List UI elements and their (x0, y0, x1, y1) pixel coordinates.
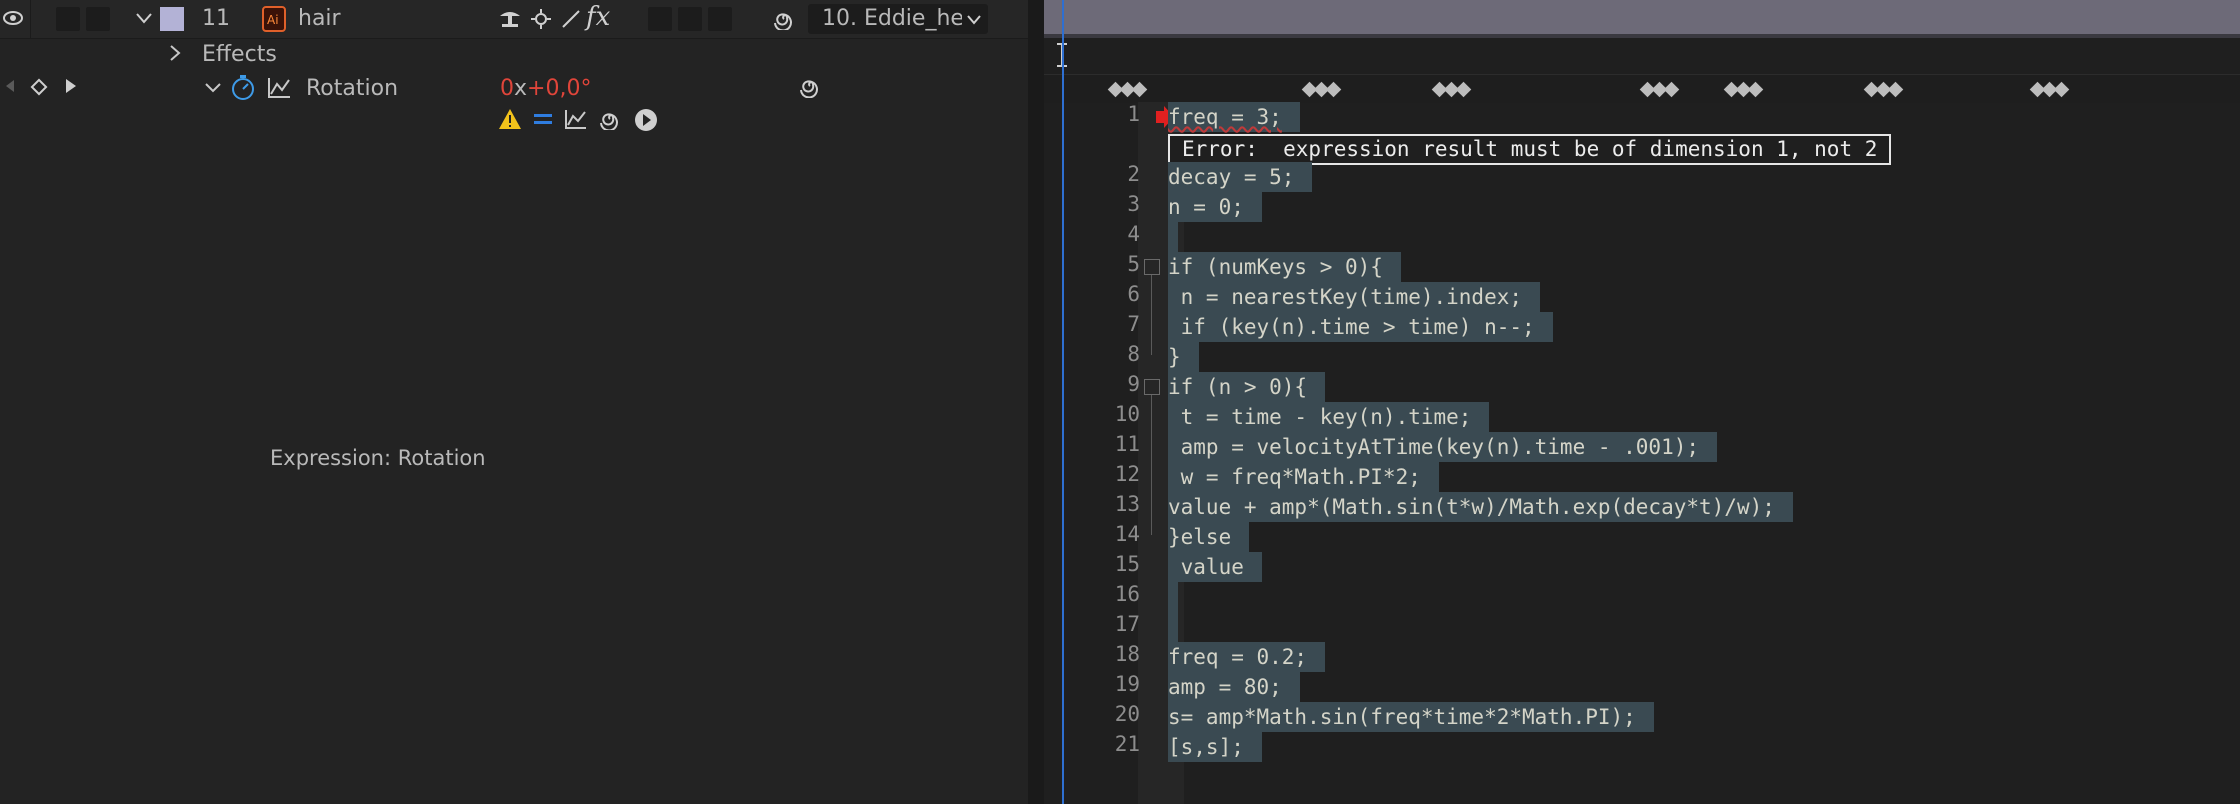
code-line[interactable] (1168, 222, 1178, 252)
graph-editor-icon[interactable] (266, 76, 292, 104)
adjustment-toggle[interactable] (708, 7, 732, 31)
code-line[interactable]: amp = velocityAtTime(key(n).time - .001)… (1168, 432, 1718, 462)
code-line[interactable]: s= amp*Math.sin(freq*time*2*Math.PI); (1168, 702, 1654, 732)
layer-row[interactable]: 11 Ai hair fx 10. Eddie_hea (0, 0, 1028, 39)
keyframe[interactable] (1455, 81, 1472, 98)
expression-graph-icon[interactable] (564, 108, 588, 134)
code-line[interactable]: if (n > 0){ (1168, 372, 1326, 402)
audio-toggle[interactable] (56, 7, 80, 31)
property-pickwhip-icon[interactable] (798, 74, 822, 102)
playhead[interactable] (1062, 0, 1064, 804)
fx-icon[interactable]: fx (586, 2, 610, 32)
shy-icon[interactable] (498, 8, 522, 34)
keyframe[interactable] (1887, 81, 1904, 98)
layer-number: 11 (202, 6, 230, 31)
effects-group-label[interactable]: Effects (202, 42, 277, 67)
chevron-down-icon (966, 12, 982, 31)
timeline-panel: 1 2 3 4 5 6 7 8 9 10 11 12 13 14 15 16 1… (1044, 0, 2240, 804)
keyframe-nav-prev-icon[interactable] (4, 78, 16, 98)
code-line[interactable]: if (key(n).time > time) n--; (1168, 312, 1553, 342)
keyframe-row (1044, 74, 2240, 103)
code-line[interactable]: freq = 3; (1168, 102, 1300, 132)
rotation-degrees[interactable]: +0,0° (527, 76, 591, 101)
solo-toggle[interactable] (86, 7, 110, 31)
keyframe-add-icon[interactable] (30, 78, 48, 100)
expression-label: Expression: Rotation (270, 446, 486, 470)
code-line[interactable]: n = 0; (1168, 192, 1262, 222)
code-line[interactable]: if (numKeys > 0){ (1168, 252, 1401, 282)
eye-icon[interactable] (2, 8, 24, 32)
code-line[interactable]: }else (1168, 522, 1250, 552)
code-line[interactable]: n = nearestKey(time).index; (1168, 282, 1541, 312)
code-line[interactable]: value (1168, 552, 1262, 582)
code-line[interactable]: freq = 0.2; (1168, 642, 1326, 672)
code-line[interactable] (1168, 582, 1178, 612)
property-name: Rotation (306, 76, 399, 101)
separator (30, 0, 31, 38)
expression-editor[interactable]: freq = 3; Error: expression result must … (1044, 102, 2240, 804)
expression-language-menu-icon[interactable] (634, 108, 658, 136)
keyframe[interactable] (1663, 81, 1680, 98)
property-value[interactable]: 0x+0,0° (500, 76, 591, 101)
property-twirl-icon[interactable] (204, 80, 222, 100)
label-color-swatch[interactable] (160, 7, 184, 31)
illustrator-layer-icon: Ai (262, 6, 286, 36)
stopwatch-icon[interactable] (230, 74, 256, 106)
keyframe[interactable] (1131, 81, 1148, 98)
expression-pickwhip-icon[interactable] (598, 108, 622, 134)
code-line[interactable]: t = time - key(n).time; (1168, 402, 1490, 432)
rotation-revolutions[interactable]: 0 (500, 76, 514, 101)
parent-dropdown[interactable]: 10. Eddie_hea (808, 4, 988, 34)
code-line[interactable]: } (1168, 342, 1199, 372)
rotation-x: x (514, 76, 528, 101)
error-message: Error: expression result must be of dime… (1168, 134, 1892, 165)
warning-icon[interactable] (498, 108, 522, 134)
keyframe[interactable] (2053, 81, 2070, 98)
quality-icon[interactable] (560, 8, 582, 34)
svg-text:Ai: Ai (267, 13, 279, 27)
collapse-transform-icon[interactable] (530, 8, 552, 34)
layer-duration-bar[interactable] (1044, 0, 2240, 34)
parent-pickwhip-icon[interactable] (772, 8, 796, 34)
code-line[interactable]: amp = 80; (1168, 672, 1300, 702)
layer-duration-bar-edge (1044, 34, 2240, 38)
code-line[interactable]: value + amp*(Math.sin(t*w)/Math.exp(deca… (1168, 492, 1793, 522)
effects-twirl-icon[interactable] (168, 44, 182, 66)
code-line[interactable]: [s,s]; (1168, 732, 1262, 762)
keyframe[interactable] (1325, 81, 1342, 98)
keyframe-nav-next-icon[interactable] (64, 78, 78, 98)
twirl-down-icon[interactable] (135, 10, 153, 30)
motion-blur-toggle[interactable] (678, 7, 702, 31)
parent-dropdown-value: 10. Eddie_hea (822, 6, 962, 31)
layer-panel: 11 Ai hair fx 10. Eddie_hea Effects Rota… (0, 0, 1028, 804)
layer-name[interactable]: hair (298, 6, 341, 31)
code-line[interactable]: w = freq*Math.PI*2; (1168, 462, 1439, 492)
code-line[interactable]: decay = 5; (1168, 162, 1313, 192)
expression-enable-toggle[interactable] (532, 108, 554, 134)
frame-blend-toggle[interactable] (648, 7, 672, 31)
code-line[interactable] (1168, 612, 1178, 642)
keyframe[interactable] (1747, 81, 1764, 98)
panel-divider[interactable] (1028, 0, 1044, 804)
